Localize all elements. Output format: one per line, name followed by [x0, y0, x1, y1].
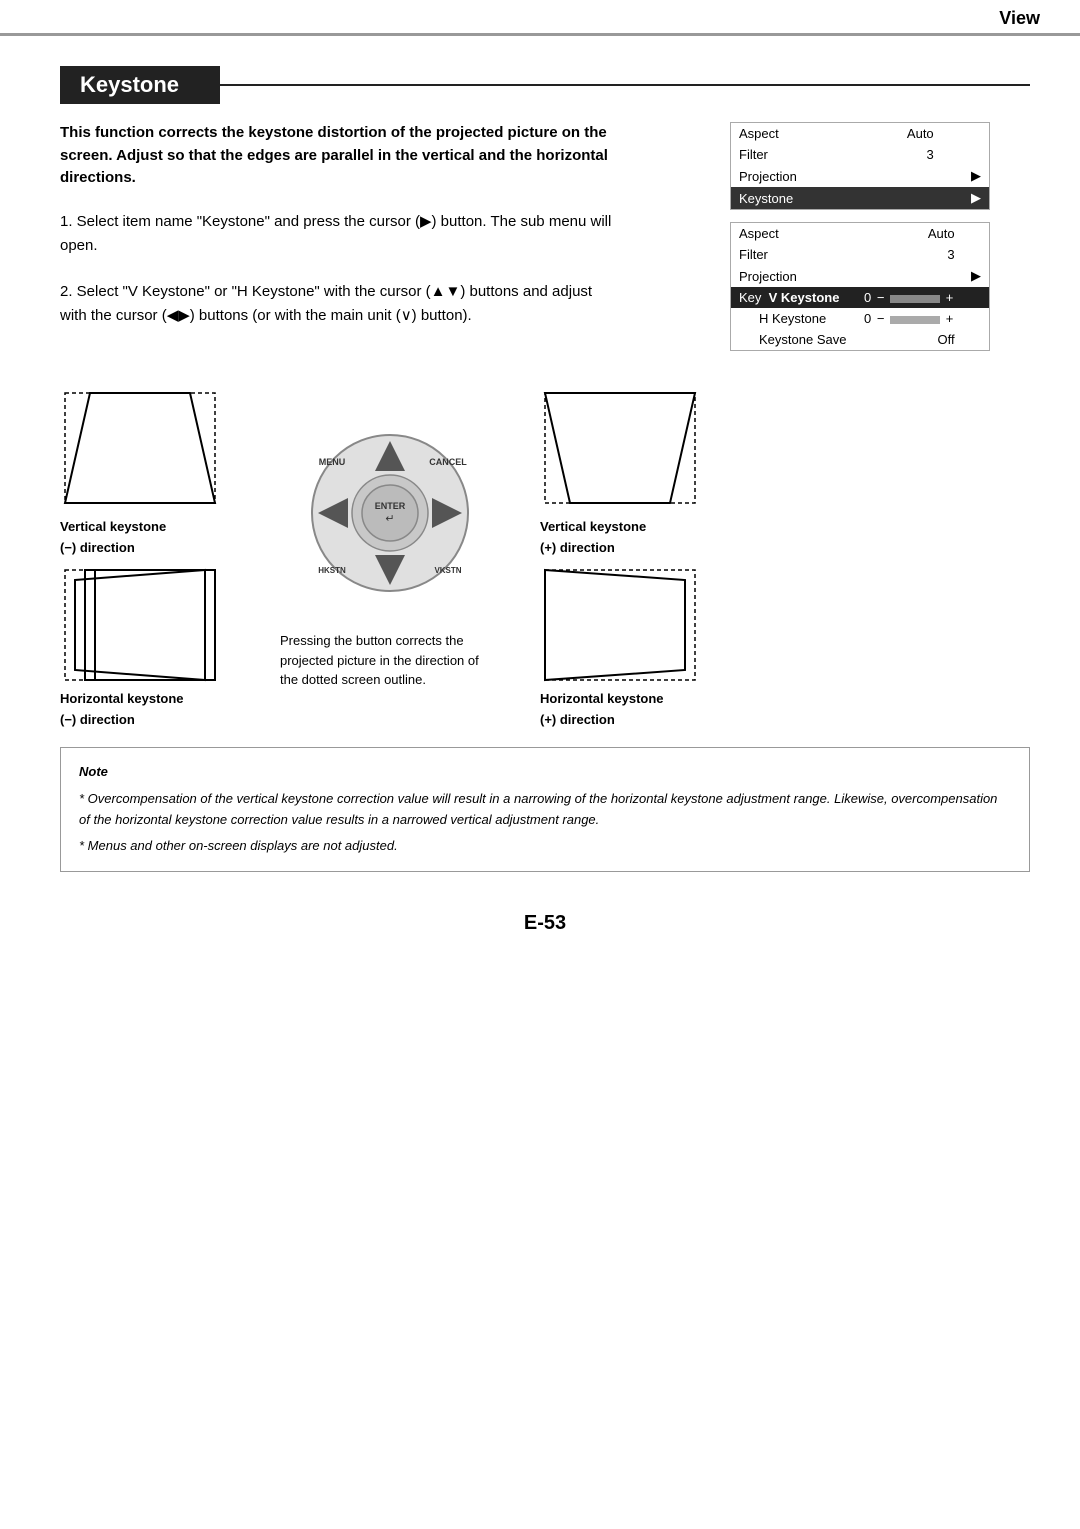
- menu2-row-hkeystone: H Keystone 0 − +: [731, 308, 990, 329]
- menu1-value-0: Auto: [865, 123, 942, 145]
- svg-text:VKSTN: VKSTN: [434, 566, 461, 575]
- menu1-label-2: Projection: [731, 165, 865, 187]
- svg-text:MENU: MENU: [319, 457, 346, 467]
- vertical-plus-label1: Vertical keystone: [540, 519, 646, 534]
- svg-text:↵: ↵: [385, 513, 394, 525]
- step-2-text: 2. Select "V Keystone" or "H Keystone" w…: [60, 283, 592, 324]
- section-label: View: [999, 8, 1040, 29]
- menu1-arrow-0: [942, 123, 990, 145]
- menu2-key-label: Key V Keystone: [731, 287, 857, 308]
- menu2-arrow-0: [963, 223, 990, 245]
- menu1-label-0: Aspect: [731, 123, 865, 145]
- menu2-row-0: Aspect Auto: [731, 223, 990, 245]
- menu2-vkey-spacer: [963, 287, 990, 308]
- horizontal-plus-fig: Horizontal keystone (+) direction: [540, 565, 740, 727]
- right-diagrams: Vertical keystone (+) direction Horizont…: [540, 383, 740, 727]
- menu2-row-2: Projection ▶: [731, 265, 990, 287]
- page-number: E-53: [60, 912, 1030, 955]
- menu-table-1: Aspect Auto Filter 3 Projection ▶ Keysto…: [730, 122, 990, 210]
- menu1-label-3: Keystone: [731, 187, 865, 210]
- left-diagrams: Vertical keystone (−) direction Horizont…: [60, 383, 260, 727]
- left-column: This function corrects the keystone dist…: [60, 122, 710, 363]
- step-1: 1. Select item name "Keystone" and press…: [60, 210, 620, 258]
- horizontal-minus-label1: Horizontal keystone: [60, 691, 184, 706]
- menu1-arrow-3: ▶: [942, 187, 990, 210]
- menu1-row-0: Aspect Auto: [731, 123, 990, 145]
- svg-text:CANCEL: CANCEL: [429, 457, 467, 467]
- vertical-minus-label2: (−) direction: [60, 540, 135, 555]
- vertical-minus-label1: Vertical keystone: [60, 519, 166, 534]
- menu2-value-0: Auto: [856, 223, 963, 245]
- step-1-text: 1. Select item name "Keystone" and press…: [60, 213, 611, 254]
- intro-area: This function corrects the keystone dist…: [60, 122, 1030, 363]
- section-title: Keystone: [60, 66, 220, 104]
- menu2-row-1: Filter 3: [731, 244, 990, 265]
- horizontal-minus-fig: Horizontal keystone (−) direction: [60, 565, 260, 727]
- menu2-save-label: Keystone Save: [731, 329, 857, 351]
- menu1-row-3: Keystone ▶: [731, 187, 990, 210]
- menu1-row-1: Filter 3: [731, 144, 990, 165]
- svg-text:ENTER: ENTER: [375, 501, 406, 511]
- vertical-plus-fig: Vertical keystone (+) direction: [540, 383, 740, 555]
- center-diagram: ENTER ↵ MENU CANCEL HKSTN VKSTN Pressing…: [260, 383, 520, 690]
- menu1-value-1: 3: [865, 144, 942, 165]
- vertical-minus-fig: Vertical keystone (−) direction: [60, 383, 260, 555]
- menu1-value-3: [865, 187, 942, 210]
- menu2-row-keystonesave: Keystone Save Off: [731, 329, 990, 351]
- press-text: Pressing the button corrects the project…: [280, 631, 500, 690]
- step-2: 2. Select "V Keystone" or "H Keystone" w…: [60, 280, 620, 328]
- section-heading: Keystone: [60, 66, 1030, 104]
- menu1-arrow-1: [942, 144, 990, 165]
- intro-paragraph: This function corrects the keystone dist…: [60, 122, 640, 190]
- heading-line: [220, 84, 1030, 86]
- vertical-minus-svg: [60, 383, 220, 513]
- menu2-label-0: Aspect: [731, 223, 857, 245]
- note-line-2: * Menus and other on-screen displays are…: [79, 836, 1011, 857]
- menu2-save-value: Off: [856, 329, 963, 351]
- menu2-hkey-spacer: [963, 308, 990, 329]
- menu2-label-1: Filter: [731, 244, 857, 265]
- vertical-plus-label2: (+) direction: [540, 540, 615, 555]
- horizontal-plus-svg: [540, 565, 700, 685]
- menu2-arrow-1: [963, 244, 990, 265]
- main-content: Keystone This function corrects the keys…: [0, 36, 1080, 985]
- menu2-hkey-value: 0 − +: [856, 308, 963, 329]
- right-column: Aspect Auto Filter 3 Projection ▶ Keysto…: [730, 122, 1030, 363]
- horizontal-plus-label1: Horizontal keystone: [540, 691, 664, 706]
- svg-text:HKSTN: HKSTN: [318, 566, 346, 575]
- horizontal-minus-svg: [60, 565, 220, 685]
- diagrams-section: Vertical keystone (−) direction Horizont…: [60, 383, 1030, 727]
- menu2-vkey-value: 0 − +: [856, 287, 963, 308]
- note-box: Note * Overcompensation of the vertical …: [60, 747, 1030, 872]
- menu1-arrow-2: ▶: [942, 165, 990, 187]
- horizontal-minus-label2: (−) direction: [60, 712, 135, 727]
- menu1-row-2: Projection ▶: [731, 165, 990, 187]
- menu1-value-2: [865, 165, 942, 187]
- menu2-arrow-2: ▶: [963, 265, 990, 287]
- menu2-value-1: 3: [856, 244, 963, 265]
- horizontal-plus-label2: (+) direction: [540, 712, 615, 727]
- remote-svg: ENTER ↵ MENU CANCEL HKSTN VKSTN: [290, 413, 490, 613]
- note-title: Note: [79, 762, 1011, 783]
- vertical-plus-svg: [540, 383, 700, 513]
- menu2-label-2: Projection: [731, 265, 857, 287]
- menu2-row-vkeystone: Key V Keystone 0 − +: [731, 287, 990, 308]
- menu2-save-spacer: [963, 329, 990, 351]
- note-line-1: * Overcompensation of the vertical keyst…: [79, 789, 1011, 831]
- menu1-label-1: Filter: [731, 144, 865, 165]
- menu2-hkey-label: H Keystone: [731, 308, 857, 329]
- menu2-value-2: [856, 265, 963, 287]
- top-bar: View: [0, 0, 1080, 36]
- menu-table-2: Aspect Auto Filter 3 Projection ▶ Key V …: [730, 222, 990, 351]
